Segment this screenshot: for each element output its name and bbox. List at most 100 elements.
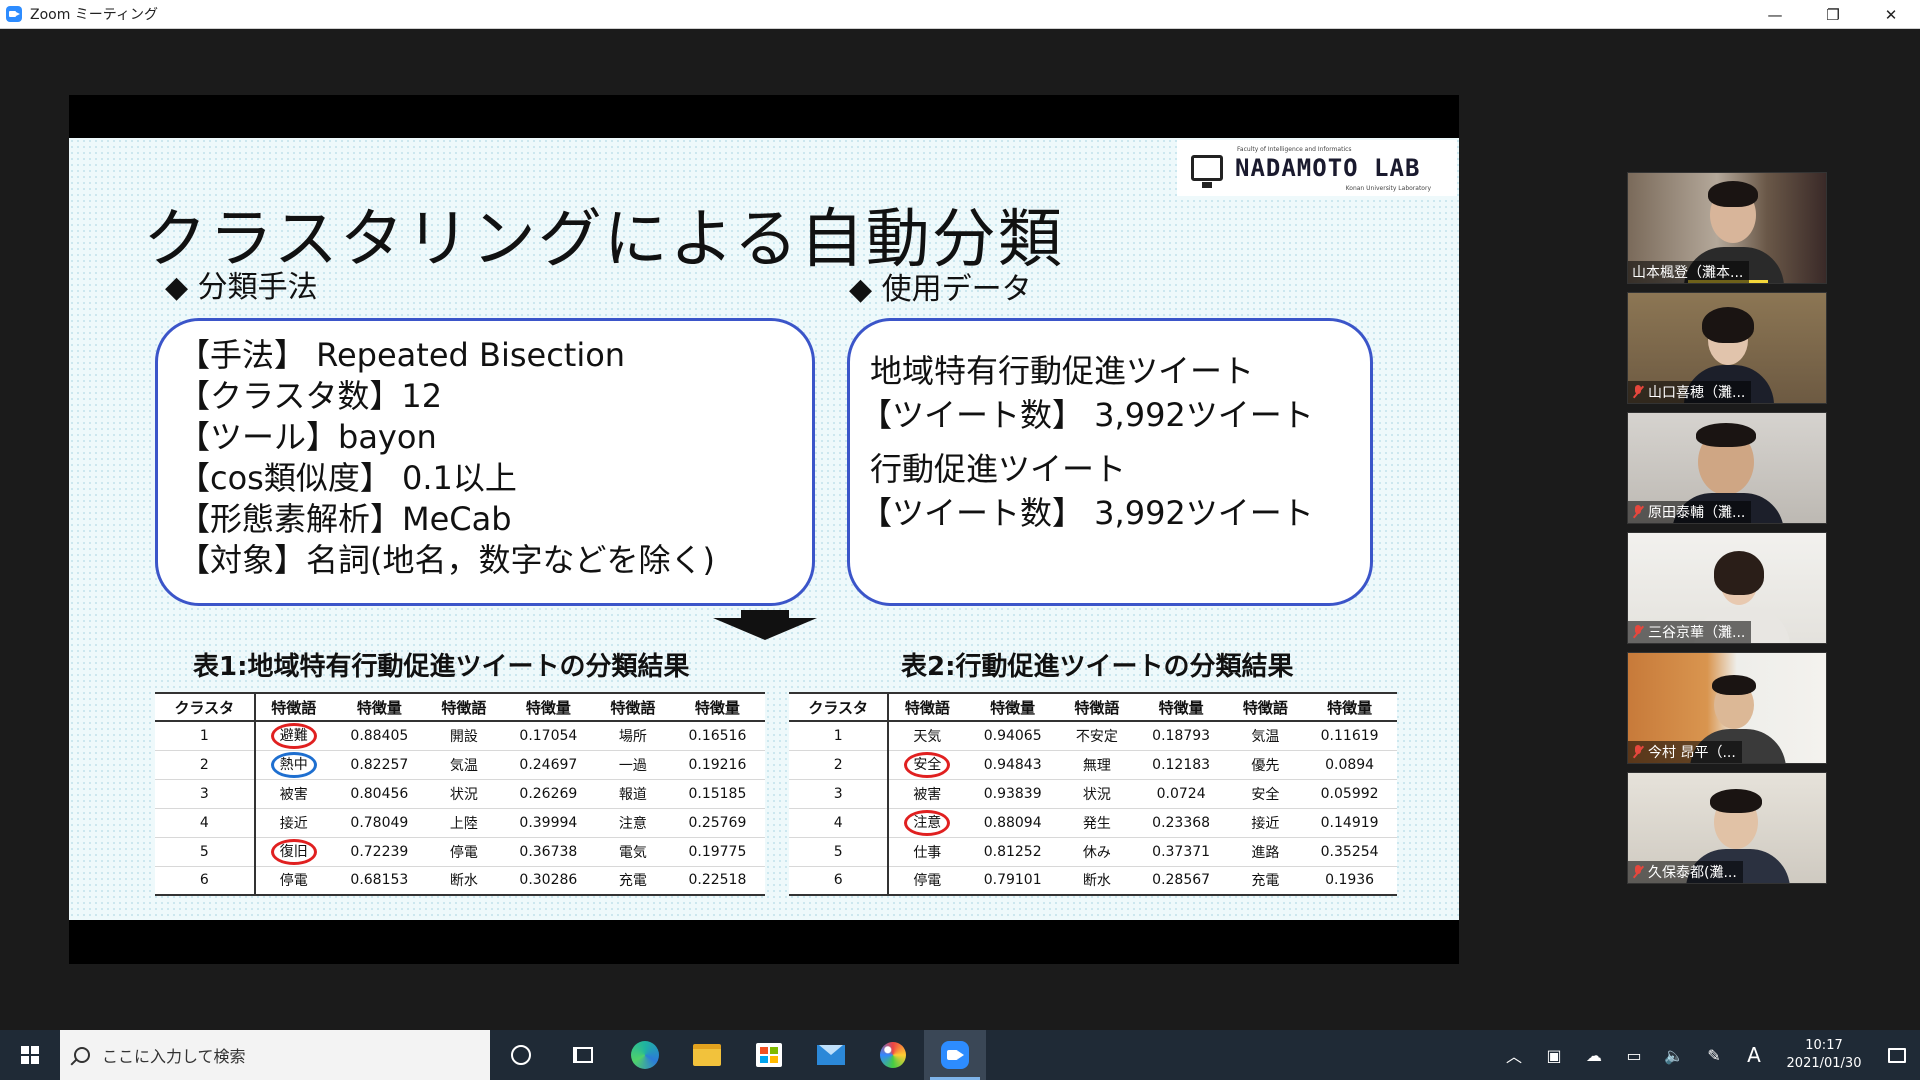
table-cell: 0.0894 [1302, 750, 1397, 780]
explorer-taskbar-button[interactable] [676, 1030, 738, 1080]
table-cell: 0.94065 [965, 721, 1061, 751]
store-icon [756, 1043, 782, 1067]
table-cell: 充電 [595, 866, 670, 896]
start-button[interactable] [0, 1030, 60, 1080]
zoom-app-icon [6, 6, 22, 22]
ime-indicator[interactable]: A [1734, 1043, 1774, 1067]
lab-logo-subtitle: Faculty of Intelligence and Informatics [1237, 146, 1352, 153]
table-cell: 0.25769 [669, 808, 765, 838]
table-cell: 状況 [426, 779, 501, 809]
table-row: 2 熱中 0.82257 気温 0.24697 一過 0.19216 [155, 750, 765, 780]
table-cell: 安全 [1228, 779, 1303, 809]
table-cell: 0.24697 [500, 750, 596, 780]
volume-icon[interactable]: 🔈 [1654, 1046, 1694, 1065]
participant-name: 山口喜穂（灘... [1628, 381, 1752, 403]
table-cell: 0.88094 [965, 808, 1061, 838]
table-cell: 被害 [254, 779, 332, 809]
table-row: 1 避難 0.88405 開設 0.17054 場所 0.16516 [155, 721, 765, 751]
meet-now-icon[interactable]: ▣ [1534, 1046, 1574, 1065]
table-cell: 被害 [888, 779, 966, 809]
table-row: 3 被害 0.80456 状況 0.26269 報道 0.15185 [155, 779, 765, 809]
participant-name: 原田泰輔（灘... [1628, 501, 1752, 523]
table-row: 3 被害 0.93839 状況 0.0724 安全 0.05992 [789, 779, 1397, 809]
table-cell: 注意 [595, 808, 670, 838]
table-cell: 熱中 [254, 750, 332, 780]
highlight-circle: 復旧 [270, 838, 317, 865]
zoom-icon [941, 1041, 969, 1069]
restore-button[interactable]: ❐ [1804, 0, 1862, 29]
table-cell: 0.19775 [669, 837, 765, 867]
minimize-button[interactable]: — [1746, 0, 1804, 29]
participant-tile[interactable]: 今村 昂平（... [1627, 652, 1827, 764]
paint-taskbar-button[interactable] [862, 1030, 924, 1080]
table-cell: 0.22518 [669, 866, 765, 896]
table-header-cell: 特徴語 [595, 692, 670, 722]
table-cell: 0.19216 [669, 750, 765, 780]
taskbar-clock[interactable]: 10:17 2021/01/30 [1774, 1037, 1874, 1073]
table-header-cell: 特徴語 [1228, 692, 1303, 722]
table-cell: 仕事 [888, 837, 966, 867]
pen-icon[interactable]: ✎ [1694, 1046, 1734, 1065]
close-button[interactable]: ✕ [1862, 0, 1920, 29]
window-controls: — ❐ ✕ [1746, 0, 1920, 29]
store-taskbar-button[interactable] [738, 1030, 800, 1080]
table-cell: 0.30286 [500, 866, 596, 896]
table-cell: 0.14919 [1302, 808, 1397, 838]
table-cell: 避難 [254, 721, 332, 751]
table-row: 2 安全 0.94843 無理 0.12183 優先 0.0894 [789, 750, 1397, 780]
table-cell: 5 [155, 837, 256, 867]
table-cell: 6 [789, 866, 890, 896]
table-cell: 0.37371 [1133, 837, 1229, 867]
mic-muted-icon [1632, 745, 1644, 759]
table2-caption: 表2:行動促進ツイートの分類結果 [901, 652, 1294, 682]
system-tray: ︿ ▣ ☁ ▭ 🔈 ✎ A 10:17 2021/01/30 [1494, 1030, 1920, 1080]
taskbar-search-box[interactable]: ここに入力して検索 [60, 1030, 490, 1080]
table-cell: 電気 [595, 837, 670, 867]
table-cell: 0.36738 [500, 837, 596, 867]
table-cell: 接近 [254, 808, 332, 838]
table-cell: 2 [789, 750, 890, 780]
table-cell: 優先 [1228, 750, 1303, 780]
table-cell: 休み [1060, 837, 1134, 867]
table-row: 4 注意 0.88094 発生 0.23368 接近 0.14919 [789, 808, 1397, 838]
participant-tile[interactable]: 原田泰輔（灘... [1627, 412, 1827, 524]
tray-chevron-icon[interactable]: ︿ [1494, 1043, 1534, 1067]
table-cell: 0.18793 [1133, 721, 1229, 751]
action-center-button[interactable] [1874, 1030, 1920, 1080]
edge-taskbar-button[interactable] [614, 1030, 676, 1080]
table-cell: 0.05992 [1302, 779, 1397, 809]
zoom-taskbar-button[interactable] [924, 1030, 986, 1080]
table-row: 1 天気 0.94065 不安定 0.18793 気温 0.11619 [789, 721, 1397, 751]
participant-tile[interactable]: 三谷京華（灘... [1627, 532, 1827, 644]
table-header-cell: 特徴量 [1133, 692, 1229, 722]
table-cell: 6 [155, 866, 256, 896]
table-cell: 発生 [1060, 808, 1134, 838]
table-cell: 0.81252 [965, 837, 1061, 867]
method-line: 【形態素解析】MeCab [178, 500, 512, 538]
battery-icon[interactable]: ▭ [1614, 1046, 1654, 1065]
table-cell: 0.72239 [331, 837, 427, 867]
participant-name: 山本楓登（灘本... [1628, 261, 1750, 283]
table-cell: 0.16516 [669, 721, 765, 751]
table-header-cell: 特徴量 [500, 692, 596, 722]
task-view-icon [573, 1047, 593, 1063]
onedrive-icon[interactable]: ☁ [1574, 1046, 1614, 1065]
method-heading: ◆ 分類手法 [165, 270, 318, 305]
table-cell: 断水 [1060, 866, 1134, 896]
window-titlebar: Zoom ミーティング — ❐ ✕ [0, 0, 1920, 29]
participant-tile[interactable]: 山本楓登（灘本... [1627, 172, 1827, 284]
cortana-button[interactable] [490, 1030, 552, 1080]
mail-taskbar-button[interactable] [800, 1030, 862, 1080]
table-row: 6 停電 0.79101 断水 0.28567 充電 0.1936 [789, 866, 1397, 896]
data-line: 地域特有行動促進ツイート [870, 352, 1255, 390]
table-cell: 進路 [1228, 837, 1303, 867]
participant-tile[interactable]: 久保泰都(灘... [1627, 772, 1827, 884]
table-cell: 0.12183 [1133, 750, 1229, 780]
table2: クラスタ 特徴語 特徴量 特徴語 特徴量 特徴語 特徴量 1 天気 0.94065 不安定 0.187… [789, 692, 1397, 896]
monitor-icon [1191, 155, 1223, 188]
table1-caption: 表1:地域特有行動促進ツイートの分類結果 [193, 652, 690, 682]
method-line: 【手法】 Repeated Bisection [178, 336, 626, 374]
participant-tile[interactable]: 山口喜穂（灘... [1627, 292, 1827, 404]
task-view-button[interactable] [552, 1030, 614, 1080]
search-icon [74, 1047, 90, 1063]
